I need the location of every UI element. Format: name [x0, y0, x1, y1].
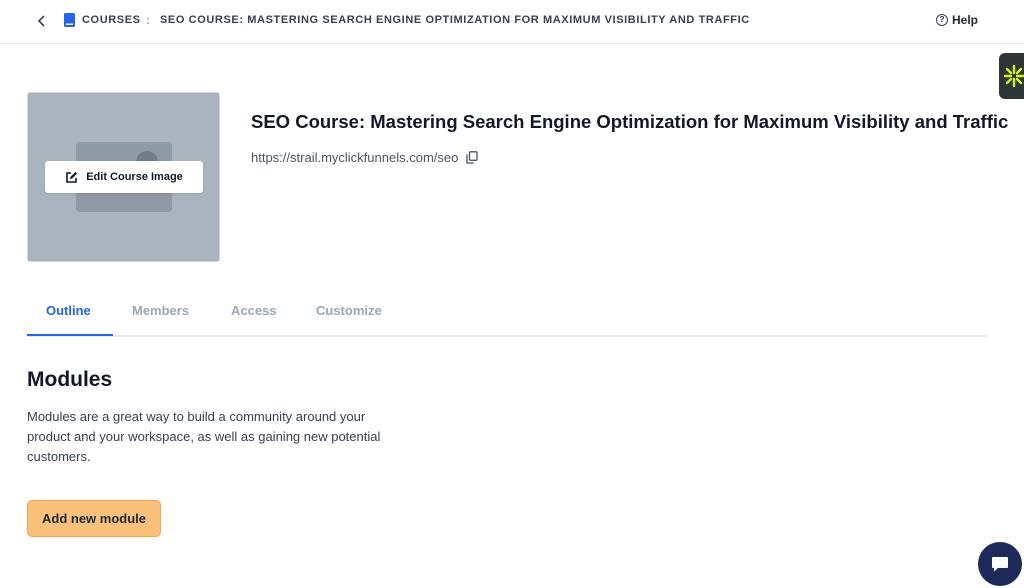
edit-course-image-label: Edit Course Image — [86, 171, 183, 183]
course-image: Edit Course Image — [27, 92, 220, 262]
help-button[interactable]: ? Help — [936, 13, 978, 27]
back-button[interactable] — [33, 12, 51, 30]
breadcrumb-courses[interactable]: COURSES — [82, 14, 141, 26]
tab-members[interactable]: Members — [132, 303, 189, 318]
edit-square-icon — [66, 171, 78, 183]
copy-icon — [466, 151, 479, 164]
copy-url-button[interactable] — [466, 151, 479, 164]
edit-course-image-button[interactable]: Edit Course Image — [45, 161, 203, 193]
sparkle-icon — [1003, 64, 1024, 88]
chat-button[interactable] — [978, 542, 1022, 586]
breadcrumb-current-course: SEO COURSE: MASTERING SEARCH ENGINE OPTI… — [160, 14, 750, 26]
top-bar: COURSES : SEO COURSE: MASTERING SEARCH E… — [0, 0, 1024, 44]
modules-description: Modules are a great way to build a commu… — [27, 409, 381, 464]
course-url-row: https://strail.myclickfunnels.com/seo — [251, 150, 479, 165]
help-label: Help — [952, 13, 979, 27]
floating-widget[interactable] — [999, 53, 1024, 99]
book-icon — [64, 13, 75, 27]
active-tab-indicator — [27, 334, 113, 336]
tab-outline[interactable]: Outline — [46, 303, 91, 318]
modules-heading: Modules — [27, 368, 113, 391]
tab-customize[interactable]: Customize — [316, 303, 382, 318]
breadcrumb-separator: : — [146, 13, 150, 27]
course-tabs: Outline Members Access Customize — [27, 297, 987, 337]
course-title: SEO Course: Mastering Search Engine Opti… — [251, 111, 1009, 132]
question-circle-icon: ? — [936, 14, 948, 26]
chevron-left-icon — [37, 15, 45, 27]
tab-access[interactable]: Access — [231, 303, 277, 318]
course-url: https://strail.myclickfunnels.com/seo — [251, 150, 459, 165]
add-new-module-button[interactable]: Add new module — [27, 500, 161, 537]
chat-bubble-icon — [992, 557, 1008, 572]
